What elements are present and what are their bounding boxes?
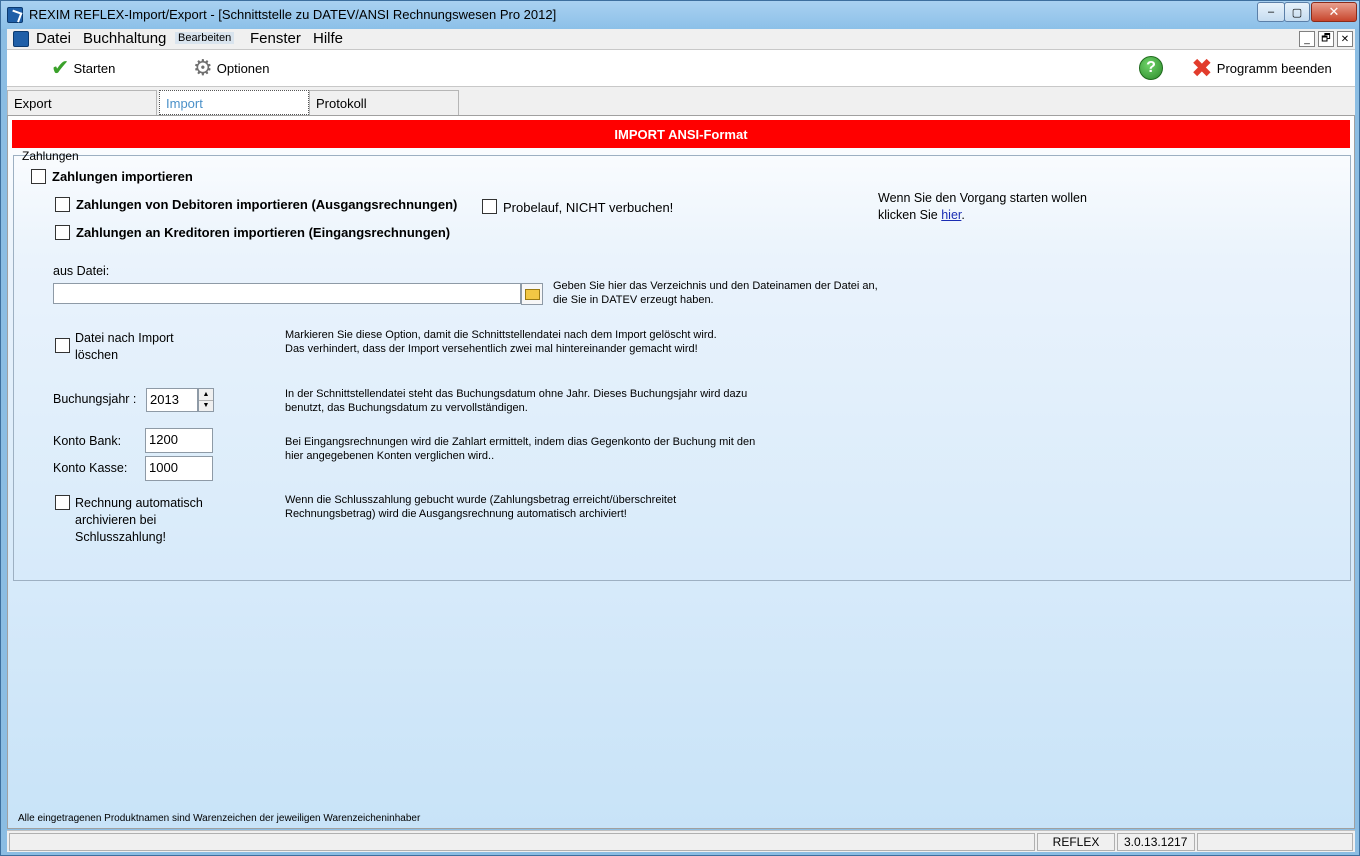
help-icon: ? <box>1139 56 1163 80</box>
start-hint-line1: Wenn Sie den Vorgang starten wollen <box>878 191 1087 205</box>
start-button-label: Starten <box>73 60 116 76</box>
creditors-label[interactable]: Zahlungen an Kreditoren importieren (Ein… <box>76 225 450 240</box>
delete-after-import-label-line1[interactable]: Datei nach Import <box>75 331 174 345</box>
main-window: REXIM REFLEX-Import/Export - [Schnittste… <box>0 0 1360 856</box>
bank-account-label: Konto Bank: <box>53 434 122 448</box>
menu-hilfe[interactable]: Hilfe <box>313 30 343 47</box>
help-button[interactable]: ? <box>1139 56 1163 80</box>
delete-hint-line2: Das verhindert, dass der Import versehen… <box>285 343 698 355</box>
auto-archive-label-line2[interactable]: archivieren bei <box>75 513 156 527</box>
toolbar: ✔ Starten ⚙ Optionen ? ✖ Programm beende… <box>7 49 1355 87</box>
delete-hint-line1: Markieren Sie diese Option, damit die Sc… <box>285 329 717 341</box>
cash-account-label: Konto Kasse: <box>53 461 128 475</box>
import-panel: IMPORT ANSI-Format Zahlungen Zahlungen i… <box>7 115 1355 829</box>
year-hint-line1: In der Schnittstellendatei steht das Buc… <box>285 388 748 400</box>
start-hint-link[interactable]: hier <box>941 208 961 222</box>
test-run-checkbox[interactable] <box>482 199 497 214</box>
start-hint-prefix: klicken Sie <box>878 208 942 222</box>
mdi-minimize-button[interactable]: _ <box>1299 31 1315 47</box>
menu-datei[interactable]: Datei <box>36 30 71 47</box>
trademark-note: Alle eingetragenen Produktnamen sind War… <box>18 813 421 824</box>
booking-year-input[interactable]: 2013 <box>146 388 198 412</box>
options-button[interactable]: ⚙ Optionen <box>193 55 270 80</box>
bank-account-input[interactable]: 1200 <box>145 428 213 453</box>
tab-export[interactable]: Export <box>7 90 157 115</box>
close-window-button[interactable]: ✕ <box>1311 2 1357 22</box>
title-bar[interactable]: REXIM REFLEX-Import/Export - [Schnittste… <box>1 1 1359 29</box>
archive-hint-line2: Rechnungsbetrag) wird die Ausgangsrechnu… <box>285 508 627 520</box>
delete-after-import-checkbox[interactable] <box>55 338 70 353</box>
status-bar: REFLEX 3.0.13.1217 <box>7 830 1355 852</box>
tab-import[interactable]: Import <box>159 90 309 115</box>
accounts-hint-line2: hier angegebenen Konten verglichen wird.… <box>285 450 495 462</box>
close-icon: ✖ <box>1191 53 1213 83</box>
year-hint-line2: benutzt, das Buchungsdatum zu vervollstä… <box>285 402 528 414</box>
import-payments-label[interactable]: Zahlungen importieren <box>52 169 193 184</box>
import-payments-checkbox[interactable] <box>31 169 46 184</box>
menu-buchhaltung[interactable]: Buchhaltung <box>83 30 166 47</box>
folder-icon <box>524 288 540 300</box>
debtors-label[interactable]: Zahlungen von Debitoren importieren (Aus… <box>76 197 457 212</box>
exit-program-button[interactable]: ✖ Programm beenden <box>1191 53 1332 83</box>
tab-protokoll[interactable]: Protokoll <box>309 90 459 115</box>
file-path-input[interactable] <box>53 283 521 304</box>
menu-bearbeiten[interactable]: Bearbeiten <box>175 32 235 44</box>
status-cell-main <box>9 833 1035 851</box>
menu-bar: Datei Buchhaltung Bearbeiten Fenster Hil… <box>7 29 1355 49</box>
auto-archive-label-line3[interactable]: Schlusszahlung! <box>75 530 166 544</box>
start-hint-suffix: . <box>961 208 965 222</box>
spin-down-icon[interactable]: ▼ <box>199 401 213 412</box>
debtors-checkbox[interactable] <box>55 197 70 212</box>
maximize-button[interactable]: ▢ <box>1284 2 1310 22</box>
booking-year-spinner[interactable]: ▲ ▼ <box>198 388 214 412</box>
browse-folder-button[interactable] <box>521 283 543 305</box>
auto-archive-checkbox[interactable] <box>55 495 70 510</box>
cash-account-input[interactable]: 1000 <box>145 456 213 481</box>
start-button[interactable]: ✔ Starten <box>51 55 116 80</box>
options-button-label: Optionen <box>216 60 270 76</box>
delete-after-import-label-line2[interactable]: löschen <box>75 348 118 362</box>
page-title-banner: IMPORT ANSI-Format <box>12 120 1350 148</box>
archive-hint-line1: Wenn die Schlusszahlung gebucht wurde (Z… <box>285 494 677 506</box>
mdi-close-button[interactable]: ✕ <box>1337 31 1353 47</box>
file-hint-line2: die Sie in DATEV erzeugt haben. <box>553 294 714 306</box>
tab-strip: Export Import Protokoll <box>7 87 1355 115</box>
group-legend: Zahlungen <box>22 149 79 163</box>
payments-group: Zahlungen Zahlungen importieren Zahlunge… <box>13 149 1351 581</box>
mdi-restore-button[interactable]: 🗗 <box>1318 31 1334 47</box>
status-app-name: REFLEX <box>1037 833 1115 851</box>
window-title: REXIM REFLEX-Import/Export - [Schnittste… <box>29 7 557 22</box>
checkmark-icon: ✔ <box>51 55 70 80</box>
spin-up-icon[interactable]: ▲ <box>199 389 213 401</box>
auto-archive-label-line1[interactable]: Rechnung automatisch <box>75 496 203 510</box>
accounts-hint-line1: Bei Eingangsrechnungen wird die Zahlart … <box>285 436 756 448</box>
document-icon[interactable] <box>13 31 29 47</box>
creditors-checkbox[interactable] <box>55 225 70 240</box>
exit-program-label: Programm beenden <box>1216 60 1332 76</box>
app-icon[interactable] <box>7 7 23 23</box>
file-hint-line1: Geben Sie hier das Verzeichnis und den D… <box>553 280 878 292</box>
minimize-button[interactable]: ‒ <box>1257 2 1285 22</box>
booking-year-label: Buchungsjahr : <box>53 392 137 406</box>
status-cell-extra <box>1197 833 1353 851</box>
menu-fenster[interactable]: Fenster <box>250 30 301 47</box>
file-label: aus Datei: <box>53 264 110 278</box>
gear-icon: ⚙ <box>193 55 213 80</box>
status-version: 3.0.13.1217 <box>1117 833 1195 851</box>
start-hint-line2: klicken Sie hier. <box>878 208 965 222</box>
test-run-label[interactable]: Probelauf, NICHT verbuchen! <box>503 200 673 215</box>
